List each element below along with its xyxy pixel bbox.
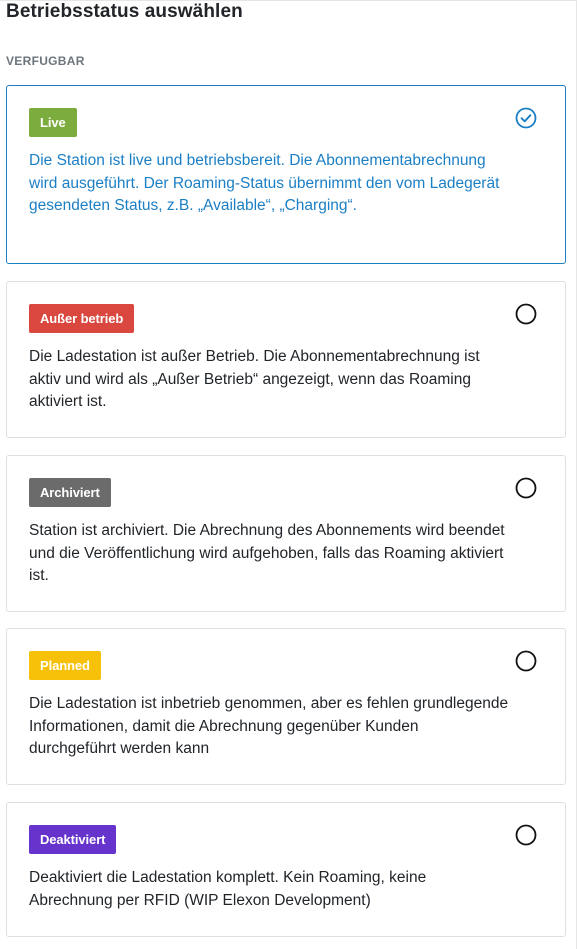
check-circle-icon[interactable] xyxy=(515,107,537,129)
status-option-ausser-betrieb[interactable]: Außer betrieb Die Ladestation ist außer … xyxy=(6,281,566,438)
status-badge-ausser-betrieb: Außer betrieb xyxy=(29,304,135,333)
radio-circle-icon[interactable] xyxy=(515,303,537,325)
status-option-live[interactable]: Live Die Station ist live und betriebsbe… xyxy=(6,85,566,264)
status-badge-planned: Planned xyxy=(29,651,101,680)
status-description-planned: Die Ladestation ist inbetrieb genommen, … xyxy=(29,695,509,757)
status-option-planned[interactable]: Planned Die Ladestation ist inbetrieb ge… xyxy=(6,628,566,785)
status-description-archiviert: Station ist archiviert. Die Abrechnung d… xyxy=(29,522,505,584)
status-badge-archiviert: Archiviert xyxy=(29,478,111,507)
status-description-deaktiviert: Deaktiviert die Ladestation komplett. Ke… xyxy=(29,869,427,909)
status-option-archiviert[interactable]: Archiviert Station ist archiviert. Die A… xyxy=(6,455,566,612)
radio-circle-icon[interactable] xyxy=(515,824,537,846)
radio-circle-icon[interactable] xyxy=(515,477,537,499)
radio-circle-icon[interactable] xyxy=(515,650,537,672)
status-description-ausser-betrieb: Die Ladestation ist außer Betrieb. Die A… xyxy=(29,348,480,410)
section-label-available: VERFUGBAR xyxy=(6,54,85,68)
status-description-live: Die Station ist live und betriebsbereit.… xyxy=(29,152,500,214)
page-title: Betriebsstatus auswählen xyxy=(6,1,243,22)
status-selection-panel: Betriebsstatus auswählen VERFUGBAR Live … xyxy=(0,0,577,949)
status-option-deaktiviert[interactable]: Deaktiviert Deaktiviert die Ladestation … xyxy=(6,802,566,937)
status-badge-live: Live xyxy=(29,108,77,137)
status-badge-deaktiviert: Deaktiviert xyxy=(29,825,117,854)
